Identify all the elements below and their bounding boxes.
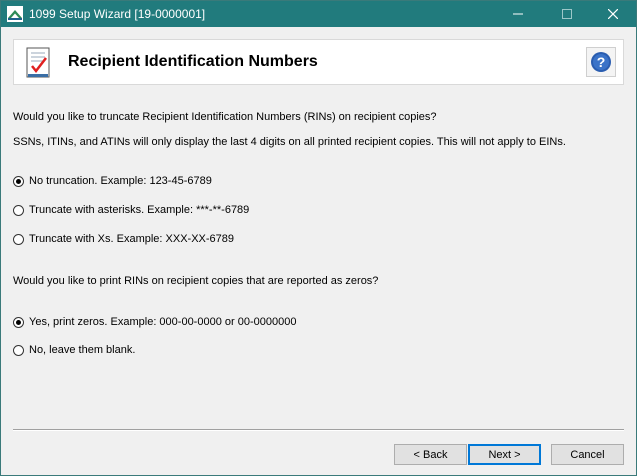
radio-print-zeros[interactable]: Yes, print zeros. Example: 000-00-0000 o… — [13, 316, 296, 328]
radio-leave-blank[interactable]: No, leave them blank. — [13, 344, 135, 356]
close-button[interactable] — [590, 1, 636, 27]
page-title: Recipient Identification Numbers — [68, 53, 318, 70]
radio-label: No truncation. Example: 123-45-6789 — [29, 175, 212, 187]
next-button[interactable]: Next > — [468, 444, 541, 465]
app-logo-icon — [7, 6, 23, 22]
radio-indicator — [13, 204, 24, 216]
radio-label: Truncate with asterisks. Example: ***-**… — [29, 204, 250, 216]
radio-selected-indicator — [13, 175, 24, 187]
radio-truncate-asterisks[interactable]: Truncate with asterisks. Example: ***-**… — [13, 204, 249, 216]
radio-label: No, leave them blank. — [29, 344, 136, 356]
truncate-question: Would you like to truncate Recipient Ide… — [13, 111, 437, 123]
wizard-window: 1099 Setup Wizard [19-0000001] Recipient… — [0, 0, 637, 476]
radio-label: Truncate with Xs. Example: XXX-XX-6789 — [29, 233, 235, 245]
radio-no-truncation[interactable]: No truncation. Example: 123-45-6789 — [13, 175, 212, 187]
radio-truncate-xs[interactable]: Truncate with Xs. Example: XXX-XX-6789 — [13, 233, 234, 245]
minimize-button[interactable] — [495, 1, 541, 27]
zeros-question: Would you like to print RINs on recipien… — [13, 275, 379, 287]
truncate-note: SSNs, ITINs, and ATINs will only display… — [13, 136, 566, 148]
radio-indicator — [13, 233, 24, 245]
title-bar[interactable]: 1099 Setup Wizard [19-0000001] — [1, 1, 636, 27]
close-icon — [608, 9, 618, 19]
minimize-icon — [513, 13, 523, 15]
back-button[interactable]: < Back — [394, 444, 467, 465]
radio-selected-indicator — [13, 316, 24, 328]
header-panel: Recipient Identification Numbers ? — [13, 39, 624, 85]
checklist-icon — [26, 47, 50, 78]
svg-text:?: ? — [597, 54, 606, 70]
help-icon: ? — [591, 52, 611, 72]
help-button[interactable]: ? — [586, 47, 616, 77]
window-title: 1099 Setup Wizard [19-0000001] — [29, 7, 206, 21]
radio-indicator — [13, 344, 24, 356]
footer-divider — [13, 429, 624, 431]
radio-label: Yes, print zeros. Example: 000-00-0000 o… — [29, 316, 297, 328]
maximize-button[interactable] — [544, 1, 590, 27]
cancel-button[interactable]: Cancel — [551, 444, 624, 465]
maximize-icon — [562, 9, 572, 19]
